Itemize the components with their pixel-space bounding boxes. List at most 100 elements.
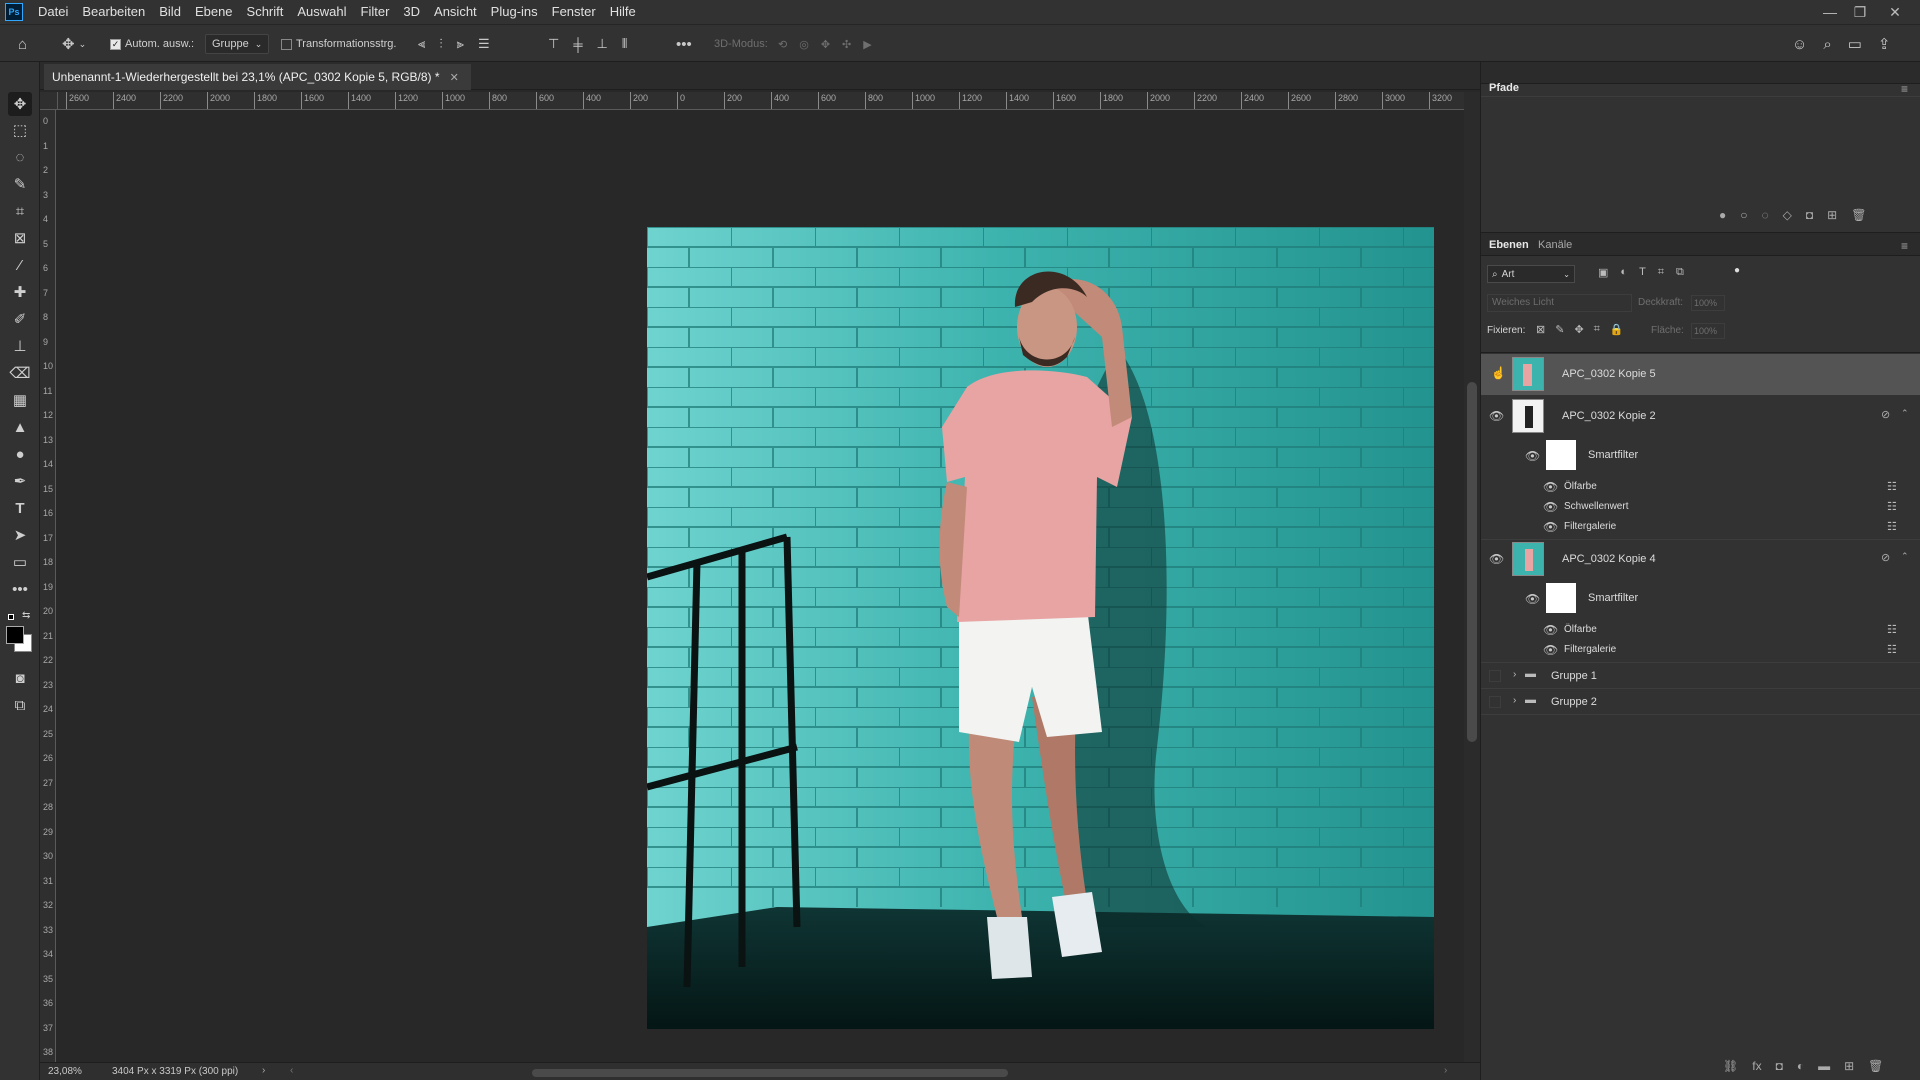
lock-position-icon[interactable]: ✥ bbox=[1574, 323, 1583, 336]
menu-3d[interactable]: 3D bbox=[396, 0, 427, 24]
filter-name[interactable]: Filtergalerie bbox=[1564, 521, 1616, 532]
filter-row[interactable]: 👁 Ölfarbe ☷ bbox=[1481, 477, 1920, 497]
filter-type-icon[interactable]: T bbox=[1639, 266, 1646, 279]
eraser-tool-icon[interactable]: ⌫ bbox=[8, 361, 32, 385]
new-group-icon[interactable]: ▬ bbox=[1818, 1059, 1830, 1073]
document-tab[interactable]: Unbenannt-1-Wiederhergestellt bei 23,1% … bbox=[44, 64, 471, 90]
close-window-icon[interactable]: ✕ bbox=[1880, 0, 1910, 24]
document-dimensions[interactable]: 3404 Px x 3319 Px (300 ppi) bbox=[112, 1066, 238, 1077]
align-top-icon[interactable]: ⊤ bbox=[548, 36, 559, 52]
quick-mask-icon[interactable]: ◙ bbox=[8, 666, 32, 690]
menu-bearbeiten[interactable]: Bearbeiten bbox=[75, 0, 152, 24]
visibility-eye-icon[interactable]: 👁 bbox=[1543, 643, 1558, 657]
auto-select-target-dropdown[interactable]: Gruppe ⌄ bbox=[205, 34, 270, 54]
search-icon[interactable]: ⌕ bbox=[1823, 36, 1831, 53]
visibility-eye-icon[interactable]: 👁 bbox=[1543, 480, 1558, 494]
rectangle-tool-icon[interactable]: ▭ bbox=[8, 550, 32, 574]
clone-stamp-tool-icon[interactable]: ⊥ bbox=[8, 334, 32, 358]
filter-blending-options-icon[interactable]: ☷ bbox=[1887, 623, 1897, 636]
menu-bild[interactable]: Bild bbox=[152, 0, 188, 24]
new-adjustment-layer-icon[interactable]: ◐ bbox=[1797, 1059, 1804, 1073]
scroll-right-icon[interactable]: › bbox=[1444, 1065, 1447, 1076]
tab-ebenen[interactable]: Ebenen bbox=[1489, 239, 1529, 251]
layer-name[interactable]: APC_0302 Kopie 4 bbox=[1562, 553, 1656, 565]
transform-controls-checkbox[interactable]: Transformationsstrg. bbox=[281, 25, 396, 63]
home-icon[interactable]: ⌂ bbox=[18, 25, 27, 63]
minimize-icon[interactable]: — bbox=[1815, 0, 1845, 24]
filter-name[interactable]: Ölfarbe bbox=[1564, 481, 1597, 492]
blend-mode-dropdown[interactable]: Weiches Licht bbox=[1487, 294, 1632, 312]
filter-blending-options-icon[interactable]: ☷ bbox=[1887, 480, 1897, 493]
visibility-eye-icon[interactable]: 👁 bbox=[1489, 552, 1504, 566]
move-tool-preset-icon[interactable]: ✥ ⌄ bbox=[62, 25, 86, 63]
brush-tool-icon[interactable]: ✐ bbox=[8, 307, 32, 331]
stroke-path-icon[interactable]: ○ bbox=[1740, 208, 1747, 222]
layers-panel-menu-icon[interactable]: ≡ bbox=[1901, 239, 1908, 253]
default-colors-icon[interactable] bbox=[8, 614, 14, 620]
lock-transparent-icon[interactable]: ⊠ bbox=[1536, 323, 1545, 336]
filter-row[interactable]: 👁 Filtergalerie ☷ bbox=[1481, 517, 1920, 537]
smartfilter-mask-thumbnail[interactable] bbox=[1546, 583, 1576, 613]
new-path-icon[interactable]: ⊞ bbox=[1827, 208, 1837, 222]
screen-mode-icon[interactable]: ⧉ bbox=[8, 693, 32, 717]
align-right-icon[interactable]: ⫸ bbox=[457, 36, 464, 52]
filter-adjustment-icon[interactable]: ◐ bbox=[1620, 266, 1627, 279]
menu-auswahl[interactable]: Auswahl bbox=[290, 0, 353, 24]
visibility-eye-icon[interactable]: 👁 bbox=[1489, 409, 1504, 423]
document-image[interactable] bbox=[647, 227, 1434, 1029]
layer-group-row[interactable]: › ▬ Gruppe 1 bbox=[1481, 664, 1920, 688]
workspace-icon[interactable]: ▭ bbox=[1848, 35, 1862, 53]
smartfilter-row[interactable]: 👁 Smartfilter bbox=[1481, 581, 1920, 617]
new-layer-icon[interactable]: ⊞ bbox=[1844, 1059, 1854, 1073]
quick-selection-tool-icon[interactable]: ✎ bbox=[8, 172, 32, 196]
menu-datei[interactable]: Datei bbox=[31, 0, 75, 24]
layer-row[interactable]: 👁 APC_0302 Kopie 2 ⊘ ⌃ bbox=[1481, 397, 1920, 437]
menu-fenster[interactable]: Fenster bbox=[545, 0, 603, 24]
make-path-icon[interactable]: ◇ bbox=[1783, 208, 1792, 222]
menu-ebene[interactable]: Ebene bbox=[188, 0, 240, 24]
fill-input[interactable]: 100% bbox=[1691, 323, 1725, 339]
vertical-scrollbar[interactable] bbox=[1464, 92, 1480, 1065]
collapse-filters-icon[interactable]: ⌃ bbox=[1901, 551, 1909, 562]
restore-icon[interactable]: ❐ bbox=[1845, 0, 1875, 24]
filter-blending-options-icon[interactable]: ☷ bbox=[1887, 520, 1897, 533]
swap-colors-icon[interactable]: ⇆ bbox=[22, 610, 30, 621]
eyedropper-tool-icon[interactable]: ⁄ bbox=[8, 253, 32, 277]
layer-name[interactable]: APC_0302 Kopie 2 bbox=[1562, 410, 1656, 422]
tab-kanaele[interactable]: Kanäle bbox=[1538, 239, 1572, 251]
blur-tool-icon[interactable]: ▲ bbox=[8, 415, 32, 439]
filter-name[interactable]: Ölfarbe bbox=[1564, 624, 1597, 635]
menu-hilfe[interactable]: Hilfe bbox=[603, 0, 643, 24]
status-menu-chevron-icon[interactable]: › bbox=[262, 1065, 265, 1076]
delete-path-icon[interactable]: 🗑 bbox=[1851, 208, 1866, 222]
close-tab-icon[interactable]: ✕ bbox=[450, 71, 459, 84]
layer-style-fx-icon[interactable]: fx bbox=[1752, 1059, 1761, 1073]
menu-plugins[interactable]: Plug-ins bbox=[484, 0, 545, 24]
menu-filter[interactable]: Filter bbox=[354, 0, 397, 24]
filter-blending-options-icon[interactable]: ☷ bbox=[1887, 643, 1897, 656]
filter-toggle-icon[interactable]: ● bbox=[1734, 265, 1740, 276]
filter-name[interactable]: Filtergalerie bbox=[1564, 644, 1616, 655]
visibility-toggle-empty[interactable] bbox=[1489, 670, 1501, 682]
filter-shape-icon[interactable]: ⌗ bbox=[1658, 266, 1664, 279]
filter-blending-options-icon[interactable]: ☷ bbox=[1887, 500, 1897, 513]
layer-filter-dropdown[interactable]: ⌕ Art ⌄ bbox=[1487, 265, 1575, 283]
collapse-filters-icon[interactable]: ⌃ bbox=[1901, 408, 1909, 419]
lasso-tool-icon[interactable]: ◌ bbox=[8, 145, 32, 169]
visibility-eye-icon[interactable]: 👁 bbox=[1543, 500, 1558, 514]
healing-brush-tool-icon[interactable]: ✚ bbox=[8, 280, 32, 304]
type-tool-icon[interactable]: T bbox=[8, 496, 32, 520]
add-layer-mask-icon[interactable]: ◘ bbox=[1776, 1059, 1783, 1073]
visibility-eye-icon[interactable]: 👁 bbox=[1543, 520, 1558, 534]
zoom-level[interactable]: 23,08% bbox=[48, 1066, 82, 1077]
more-options-icon[interactable]: ••• bbox=[676, 25, 692, 63]
layer-row[interactable]: ☝ APC_0302 Kopie 5 bbox=[1481, 354, 1920, 395]
scroll-left-icon[interactable]: ‹ bbox=[290, 1065, 293, 1076]
delete-layer-icon[interactable]: 🗑 bbox=[1868, 1059, 1883, 1073]
vertical-ruler[interactable]: 0 1 2 3 4 5 6 7 8 9 10 11 12 13 14 15 16 17 18 19 20 21 22 23 24… bbox=[40, 110, 56, 1065]
filter-pixel-icon[interactable]: ▣ bbox=[1598, 266, 1608, 279]
layer-name[interactable]: APC_0302 Kopie 5 bbox=[1562, 368, 1656, 380]
align-bottom-icon[interactable]: ⊥ bbox=[597, 36, 608, 52]
filter-name[interactable]: Schwellenwert bbox=[1564, 501, 1628, 512]
expand-group-icon[interactable]: › bbox=[1513, 669, 1516, 680]
